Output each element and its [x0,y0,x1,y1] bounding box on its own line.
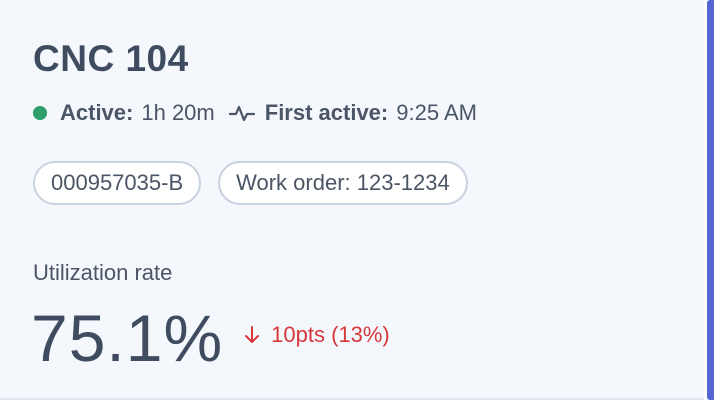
activity-pulse-icon [228,102,255,124]
utilization-value: 75.1% [31,301,224,375]
status-dot-icon [33,106,47,120]
machine-card: CNC 104 Active: 1h 20m First active: 9:2… [0,0,704,400]
first-active-value: 9:25 AM [396,100,477,125]
card-accent-bar [707,0,714,400]
utilization-delta: 10pts (13%) [243,322,390,348]
part-number-tag[interactable]: 000957035-B [33,161,202,205]
tag-list: 000957035-B Work order: 123-1234 [33,161,468,205]
machine-title: CNC 104 [33,38,189,79]
first-active-label: First active: [264,100,389,125]
work-order-tag[interactable]: Work order: 123-1234 [218,161,468,205]
status-row: Active: 1h 20m First active: 9:25 AM [33,99,491,127]
delta-text: 10pts (13%) [271,322,390,347]
utilization-label: Utilization rate [33,260,173,285]
active-label: Active: [60,100,134,125]
utilization-metric: 75.1% 10pts (13%) [31,300,390,376]
active-value: 1h 20m [141,100,215,125]
arrow-down-icon [243,325,261,345]
